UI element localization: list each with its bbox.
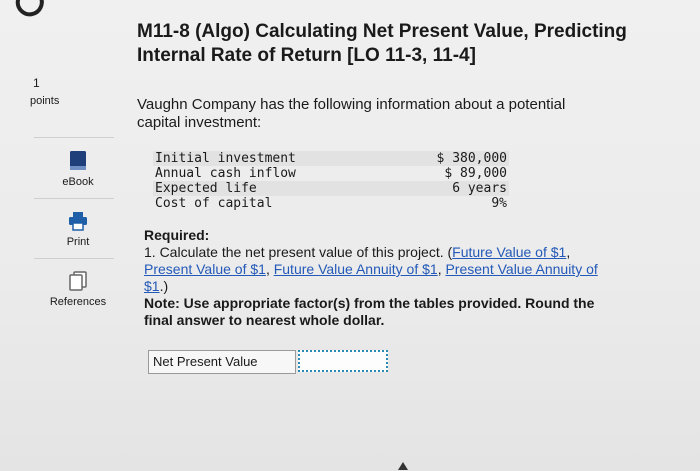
row-label: Cost of capital — [155, 196, 273, 211]
instruction-suffix: .) — [159, 278, 169, 294]
question-sidebar: 1 points eBook Print References — [0, 0, 118, 471]
printer-icon — [69, 212, 87, 231]
ebook-button[interactable]: eBook — [38, 150, 118, 188]
references-button[interactable]: References — [38, 270, 118, 308]
required-section: Required: 1. Calculate the net present v… — [144, 227, 614, 329]
points-label: points — [30, 95, 60, 107]
present-value-link[interactable]: Present Value of $1 — [144, 261, 266, 277]
row-label: Initial investment — [153, 151, 389, 166]
row-label: Expected life — [153, 181, 389, 196]
row-value: $ 380,000 — [388, 151, 509, 166]
divider — [34, 258, 114, 259]
rounding-note: Note: Use appropriate factor(s) from the… — [144, 295, 595, 328]
table-row: Annual cash inflow $ 89,000 — [153, 166, 509, 181]
future-value-annuity-link[interactable]: Future Value Annuity of $1 — [274, 261, 438, 277]
npv-input[interactable] — [298, 350, 388, 372]
npv-label: Net Present Value — [148, 350, 296, 374]
separator: , — [566, 244, 571, 260]
required-heading: Required: — [144, 227, 210, 243]
points-value: 1 — [33, 76, 40, 90]
documents-icon — [69, 271, 87, 291]
book-icon — [70, 151, 86, 170]
print-label: Print — [66, 236, 90, 248]
investment-table: Initial investment $ 380,000 Annual cash… — [153, 151, 509, 211]
question-title: M11-8 (Algo) Calculating Net Present Val… — [137, 20, 657, 68]
table-row: Initial investment $ 380,000 — [153, 151, 509, 166]
ebook-label: eBook — [62, 176, 94, 188]
table-row: Expected life 6 years — [153, 181, 509, 196]
instruction-text: 1. Calculate the net present value of th… — [144, 244, 453, 260]
row-value: 9% — [491, 196, 507, 211]
cursor-icon — [398, 462, 408, 470]
question-screen: 1 points eBook Print References M11-8 (A… — [0, 0, 700, 471]
title-line-2: Internal Rate of Return [LO 11-3, 11-4] — [137, 45, 476, 66]
future-value-link[interactable]: Future Value of $1 — [452, 244, 566, 260]
title-line-1: M11-8 (Algo) Calculating Net Present Val… — [137, 21, 627, 42]
question-intro: Vaughn Company has the following informa… — [137, 96, 566, 131]
references-label: References — [49, 296, 107, 308]
row-label: Annual cash inflow — [155, 166, 296, 181]
divider — [34, 137, 114, 138]
row-value: $ 89,000 — [444, 166, 507, 181]
divider — [34, 198, 114, 199]
separator: , — [265, 261, 274, 277]
row-value: 6 years — [388, 181, 509, 196]
answer-row: Net Present Value — [148, 350, 388, 374]
table-row: Cost of capital 9% — [153, 196, 509, 211]
required-instruction: 1. Calculate the net present value of th… — [144, 244, 614, 295]
print-button[interactable]: Print — [38, 210, 118, 248]
